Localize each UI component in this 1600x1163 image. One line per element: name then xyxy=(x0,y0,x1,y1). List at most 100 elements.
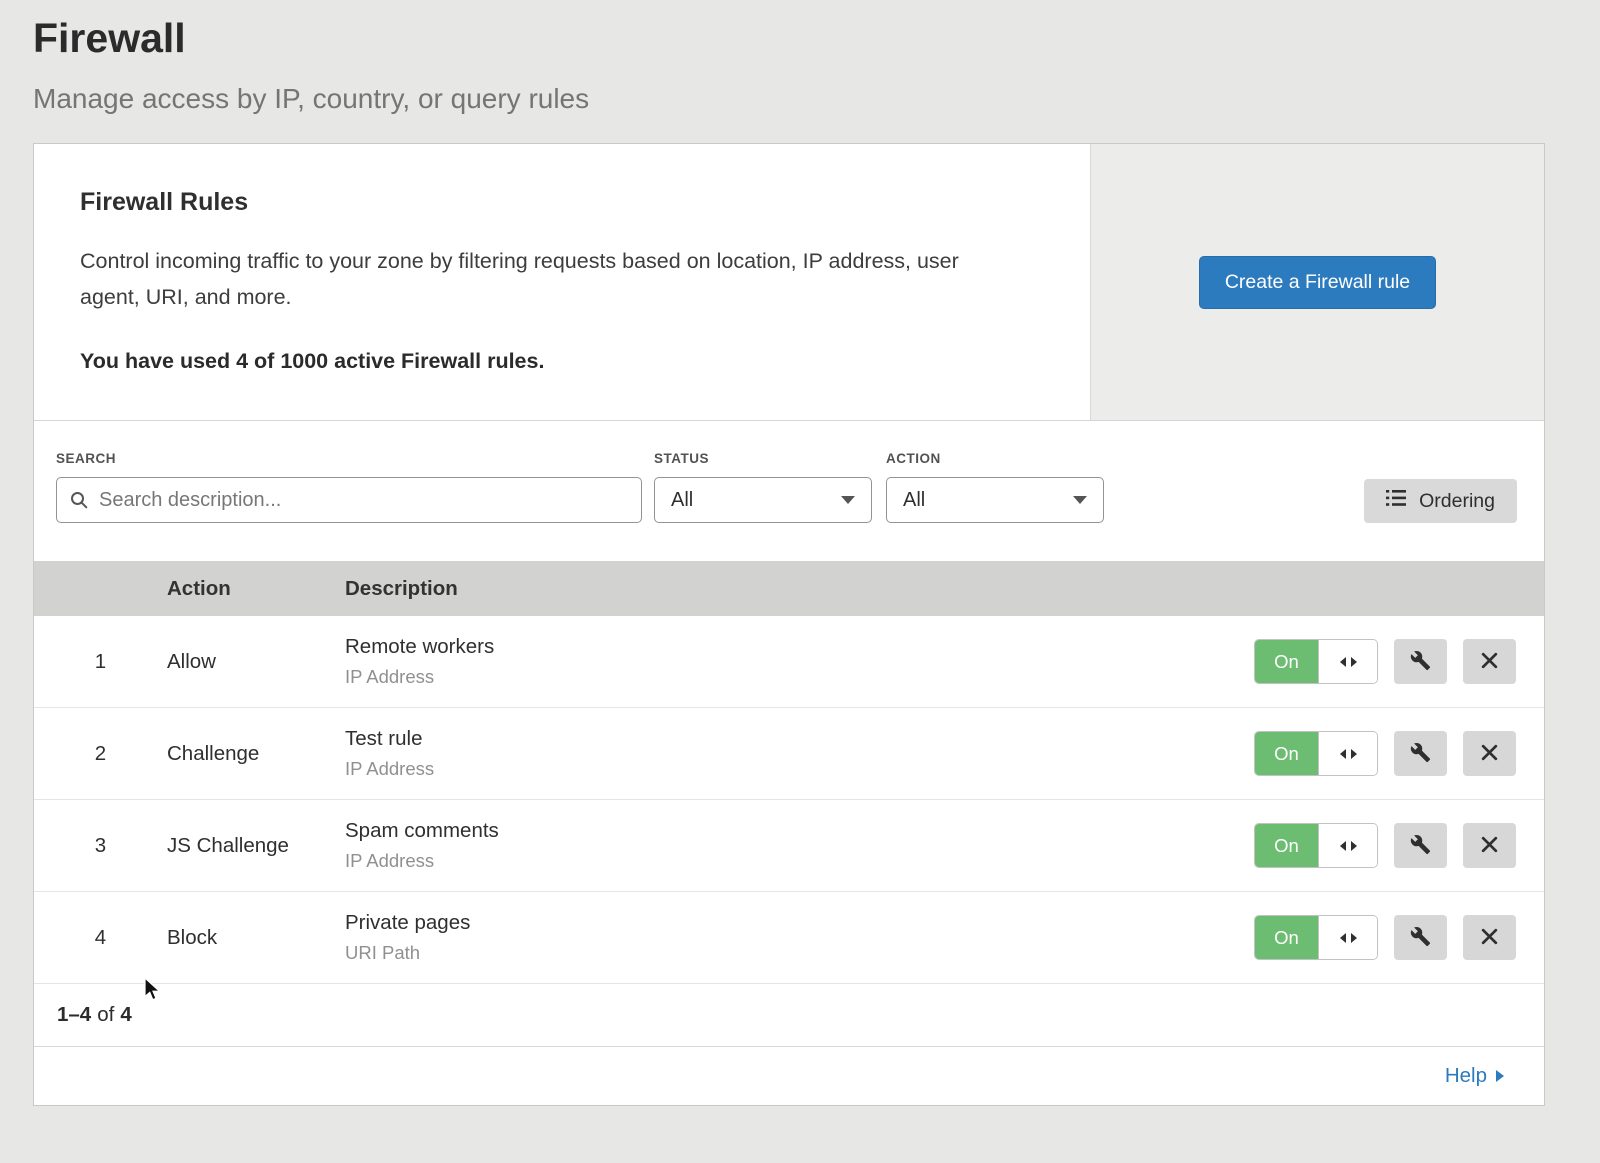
edit-rule-button[interactable] xyxy=(1394,823,1447,868)
help-link-label: Help xyxy=(1445,1064,1487,1088)
rule-action: Allow xyxy=(167,650,345,674)
edit-rule-button[interactable] xyxy=(1394,639,1447,684)
search-box[interactable] xyxy=(56,477,642,523)
toggle-drag-handle[interactable] xyxy=(1318,824,1377,867)
delete-rule-button[interactable] xyxy=(1463,823,1516,868)
page-title: Firewall xyxy=(33,14,1600,63)
rule-match-type: URI Path xyxy=(345,942,1254,964)
arrow-right-icon xyxy=(1351,657,1357,667)
wrench-icon xyxy=(1410,926,1431,950)
toggle-state-label: On xyxy=(1255,916,1318,959)
card-description: Control incoming traffic to your zone by… xyxy=(80,243,1020,315)
search-filter-group: SEARCH xyxy=(56,451,642,523)
toggle-state-label: On xyxy=(1255,732,1318,775)
action-label: ACTION xyxy=(886,451,1104,466)
wrench-icon xyxy=(1410,834,1431,858)
action-select[interactable]: All xyxy=(886,477,1104,523)
arrow-left-icon xyxy=(1340,749,1346,759)
delete-rule-button[interactable] xyxy=(1463,731,1516,776)
help-link[interactable]: Help xyxy=(1445,1064,1504,1088)
chevron-right-icon xyxy=(1496,1070,1504,1082)
usage-text: You have used 4 of 1000 active Firewall … xyxy=(80,349,1020,374)
chevron-down-icon xyxy=(1073,496,1087,504)
ordering-button[interactable]: Ordering xyxy=(1364,479,1517,523)
rule-action: JS Challenge xyxy=(167,834,345,858)
arrow-right-icon xyxy=(1351,749,1357,759)
table-row: 1 Allow Remote workers IP Address On xyxy=(34,616,1544,708)
page-subtitle: Manage access by IP, country, or query r… xyxy=(33,83,1600,115)
table-row: 3 JS Challenge Spam comments IP Address … xyxy=(34,800,1544,892)
rule-match-type: IP Address xyxy=(345,666,1254,688)
status-select[interactable]: All xyxy=(654,477,872,523)
wrench-icon xyxy=(1410,742,1431,766)
create-rule-panel: Create a Firewall rule xyxy=(1090,144,1544,420)
pagination-total: 4 xyxy=(120,1003,131,1027)
chevron-down-icon xyxy=(841,496,855,504)
rule-description: Remote workers xyxy=(345,635,1254,659)
status-label: STATUS xyxy=(654,451,872,466)
ordering-button-label: Ordering xyxy=(1419,490,1495,513)
table-header: Action Description xyxy=(34,561,1544,616)
arrow-right-icon xyxy=(1351,933,1357,943)
rule-enabled-toggle[interactable]: On xyxy=(1254,639,1378,684)
status-selected-value: All xyxy=(671,489,693,512)
rule-enabled-toggle[interactable]: On xyxy=(1254,823,1378,868)
rule-priority: 3 xyxy=(34,834,167,858)
card-heading: Firewall Rules xyxy=(80,188,1020,217)
pagination-range: 1–4 xyxy=(57,1003,91,1027)
rule-action: Block xyxy=(167,926,345,950)
action-filter-group: ACTION All xyxy=(886,451,1104,523)
card-footer: Help xyxy=(34,1047,1544,1105)
rule-priority: 1 xyxy=(34,650,167,674)
rule-enabled-toggle[interactable]: On xyxy=(1254,731,1378,776)
edit-rule-button[interactable] xyxy=(1394,731,1447,776)
toggle-drag-handle[interactable] xyxy=(1318,916,1377,959)
rule-description-cell: Private pages URI Path xyxy=(345,911,1254,964)
rule-match-type: IP Address xyxy=(345,758,1254,780)
close-icon xyxy=(1480,835,1499,857)
search-label: SEARCH xyxy=(56,451,642,466)
delete-rule-button[interactable] xyxy=(1463,915,1516,960)
firewall-rules-card: Firewall Rules Control incoming traffic … xyxy=(33,143,1545,1106)
rule-action: Challenge xyxy=(167,742,345,766)
card-top-section: Firewall Rules Control incoming traffic … xyxy=(34,144,1544,421)
close-icon xyxy=(1480,651,1499,673)
toggle-state-label: On xyxy=(1255,824,1318,867)
table-row: 4 Block Private pages URI Path On xyxy=(34,892,1544,984)
delete-rule-button[interactable] xyxy=(1463,639,1516,684)
rule-description-cell: Test rule IP Address xyxy=(345,727,1254,780)
row-controls: On xyxy=(1254,915,1544,960)
table-row: 2 Challenge Test rule IP Address On xyxy=(34,708,1544,800)
rule-description: Test rule xyxy=(345,727,1254,751)
pagination-of: of xyxy=(97,1003,114,1027)
rule-description-cell: Remote workers IP Address xyxy=(345,635,1254,688)
arrow-left-icon xyxy=(1340,933,1346,943)
row-controls: On xyxy=(1254,823,1544,868)
rule-priority: 2 xyxy=(34,742,167,766)
action-selected-value: All xyxy=(903,489,925,512)
create-firewall-rule-button[interactable]: Create a Firewall rule xyxy=(1199,256,1436,309)
rule-description-cell: Spam comments IP Address xyxy=(345,819,1254,872)
firewall-page: Firewall Manage access by IP, country, o… xyxy=(0,0,1600,1163)
arrow-left-icon xyxy=(1340,841,1346,851)
toggle-drag-handle[interactable] xyxy=(1318,732,1377,775)
firewall-rules-intro: Firewall Rules Control incoming traffic … xyxy=(34,144,1090,420)
row-controls: On xyxy=(1254,731,1544,776)
rule-enabled-toggle[interactable]: On xyxy=(1254,915,1378,960)
filters-bar: SEARCH STATUS All ACTION All xyxy=(34,421,1544,561)
close-icon xyxy=(1480,743,1499,765)
status-filter-group: STATUS All xyxy=(654,451,872,523)
rule-description: Spam comments xyxy=(345,819,1254,843)
column-header-description: Description xyxy=(345,577,1544,601)
column-header-action: Action xyxy=(167,577,345,601)
wrench-icon xyxy=(1410,650,1431,674)
close-icon xyxy=(1480,927,1499,949)
arrow-right-icon xyxy=(1351,841,1357,851)
arrow-left-icon xyxy=(1340,657,1346,667)
row-controls: On xyxy=(1254,639,1544,684)
rule-priority: 4 xyxy=(34,926,167,950)
toggle-drag-handle[interactable] xyxy=(1318,640,1377,683)
search-input[interactable] xyxy=(97,488,629,513)
edit-rule-button[interactable] xyxy=(1394,915,1447,960)
pagination: 1–4 of 4 xyxy=(34,984,1544,1047)
